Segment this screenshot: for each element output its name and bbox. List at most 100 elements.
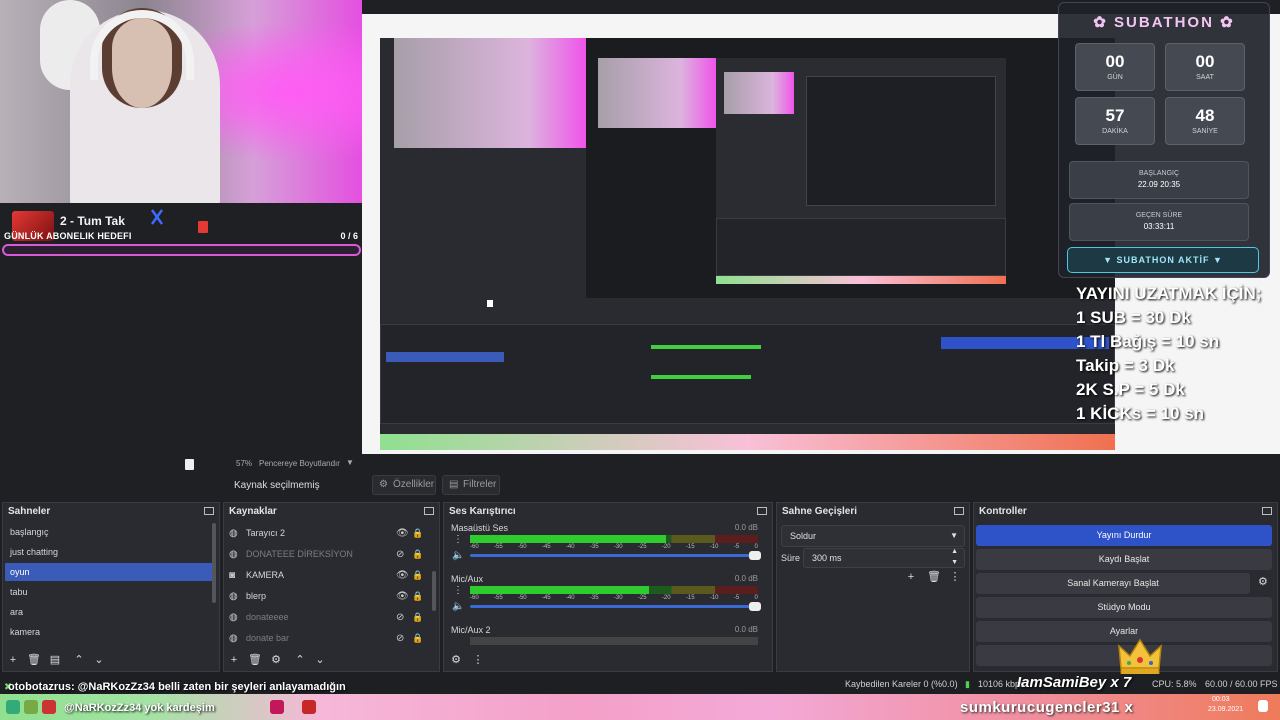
notification-icon[interactable] [1258, 700, 1268, 712]
volume-meter [470, 535, 758, 543]
goal-label: GÜNLÜK ABONELIK HEDEFI [4, 231, 132, 241]
scene-item[interactable]: ara [5, 603, 213, 621]
gifter-alert: IamSamiBey x 7 [1017, 674, 1132, 691]
eye-icon[interactable]: 👁 [396, 586, 409, 607]
mixer-channel: Mic/Aux 2 0.0 dB [448, 625, 766, 647]
globe-icon: ◍ [229, 528, 238, 539]
chevron-up-icon[interactable]: ⌃ [294, 654, 306, 666]
chevron-up-icon[interactable]: ⌃ [73, 654, 85, 666]
eye-slash-icon[interactable]: ⊘ [396, 628, 404, 649]
add-icon[interactable]: + [7, 654, 19, 666]
lock-icon[interactable]: 🔒 [412, 523, 423, 544]
nested-meter-1 [651, 345, 761, 349]
extend-line: Takip = 3 Dk [1076, 356, 1175, 375]
trash-icon[interactable]: 🗑 [248, 654, 262, 666]
channel-db: 0.0 dB [734, 523, 758, 532]
source-item[interactable]: ◍ DONATEEE DİREKSİYON ⊘ 🔒 [226, 544, 423, 565]
transition-select[interactable]: Soldur ▼ [781, 525, 965, 547]
chevron-down-icon[interactable]: ⌄ [314, 654, 326, 666]
studio-mode-button[interactable]: Stüdyo Modu [976, 597, 1272, 618]
popout-icon[interactable] [757, 507, 767, 515]
gear-icon[interactable]: ⚙ [270, 654, 282, 666]
scene-item[interactable]: kamera [5, 623, 213, 641]
audio-mixer-dock: Ses Karıştırıcı Masaüstü Ses 0.0 dB ⋮ -6… [443, 502, 773, 672]
eye-slash-icon[interactable]: ⊘ [396, 544, 404, 565]
eye-icon[interactable]: 👁 [396, 523, 409, 544]
app-icon[interactable] [302, 700, 316, 714]
scene-item[interactable]: just chatting [5, 543, 213, 561]
stop-stream-button[interactable]: Yayını Durdur [976, 525, 1272, 546]
source-item[interactable]: ◍ donateeee ⊘ 🔒 [226, 607, 423, 628]
sources-title: Kaynaklar [229, 506, 277, 517]
popout-icon[interactable] [1262, 507, 1272, 515]
lock-icon[interactable]: 🔒 [412, 544, 423, 565]
meter-scale: -60 -55 -50 -45 -40 -35 -30 -25 -20 -15 -10 -5 0 [470, 544, 758, 550]
gear-icon[interactable]: ⚙ [1258, 575, 1268, 588]
speaker-icon[interactable]: 🔈 [452, 601, 464, 612]
trash-icon [198, 221, 208, 233]
cpu-usage: CPU: 5.8% [1152, 679, 1197, 689]
eye-icon[interactable]: 👁 [396, 565, 409, 586]
fps: 60.00 / 60.00 FPS [1205, 679, 1278, 689]
more-icon[interactable]: ⋮ [472, 654, 484, 666]
add-icon[interactable]: + [905, 571, 917, 583]
slider-handle[interactable] [749, 602, 761, 611]
chat-message: otobotazrus: @NaRKozZz34 belli zaten bir… [8, 681, 346, 693]
more-icon[interactable]: ⋮ [949, 571, 961, 583]
duration-input[interactable]: 300 ms ▲ ▼ [803, 548, 965, 568]
channel-db: 0.0 dB [734, 625, 758, 634]
add-icon[interactable]: + [228, 654, 240, 666]
taskbar-overlay-text: sumkurucugencler31 x [960, 699, 1134, 716]
popout-icon[interactable] [204, 507, 214, 515]
properties-button[interactable]: ⚙ Özellikler [372, 475, 436, 495]
zoom-level: 57% [236, 459, 253, 468]
gear-icon[interactable]: ⚙ [450, 654, 462, 666]
more-icon[interactable]: ⋮ [453, 534, 463, 545]
goal-count: 0 / 6 [340, 231, 358, 241]
nested-chat-bar [380, 434, 1115, 450]
dropped-frames: Kaybedilen Kareler 0 (%0.0) [845, 679, 958, 689]
volume-slider[interactable] [470, 551, 761, 560]
scene-item-active[interactable]: oyun [5, 563, 213, 581]
fit-to-window[interactable]: Pencereye Boyutlandır [259, 459, 340, 468]
virtual-camera-button[interactable]: Sanal Kamerayı Başlat [976, 573, 1250, 594]
filter-icon[interactable]: ▤ [49, 654, 61, 666]
app-icon[interactable] [270, 700, 284, 714]
preview-area: 2 - Tum Tak GÜNLÜK ABONELIK HEDEFI 0 / 6 [0, 0, 1280, 500]
scrollbar[interactable] [432, 571, 436, 611]
preview-footer: 57% Pencereye Boyutlandır ▼ [228, 455, 768, 473]
lock-icon[interactable]: 🔒 [412, 607, 423, 628]
volume-slider[interactable] [470, 602, 761, 611]
nested-preview-3 [806, 76, 996, 206]
start-recording-button[interactable]: Kaydı Başlat [976, 549, 1272, 570]
spin-icon[interactable]: ▲ ▼ [951, 546, 958, 568]
extend-line: 1 Tl Bağış = 10 sn [1076, 332, 1220, 351]
more-icon[interactable]: ⋮ [453, 585, 463, 596]
source-item[interactable]: ◍ Tarayıcı 2 👁 🔒 [226, 523, 423, 544]
source-item[interactable]: ◍ blerp 👁 🔒 [226, 586, 423, 607]
scrollbar[interactable] [212, 523, 216, 603]
slider-handle[interactable] [749, 551, 761, 560]
source-item[interactable]: ◍ donate bar ⊘ 🔒 [226, 628, 423, 649]
lock-icon[interactable]: 🔒 [412, 628, 423, 649]
subathon-days: 00 GÜN [1075, 43, 1155, 91]
trash-icon[interactable]: 🗑 [27, 654, 41, 666]
globe-icon: ◍ [229, 612, 238, 623]
source-toolbar: Kaynak seçilmemiş ⚙ Özellikler ▤ Filtreler [222, 473, 782, 497]
meter-level [470, 535, 666, 543]
source-item[interactable]: ◙ KAMERA 👁 🔒 [226, 565, 423, 586]
popout-icon[interactable] [424, 507, 434, 515]
lock-icon[interactable]: 🔒 [412, 565, 423, 586]
filters-button[interactable]: ▤ Filtreler [442, 475, 500, 495]
chevron-down-icon[interactable]: ▼ [346, 458, 354, 467]
crown-icon [1118, 638, 1162, 676]
speaker-icon[interactable]: 🔈 [452, 550, 464, 561]
chevron-down-icon[interactable]: ⌄ [93, 654, 105, 666]
trash-icon[interactable]: 🗑 [927, 571, 941, 583]
gear-icon: ⚙ [379, 479, 388, 490]
popout-icon[interactable] [954, 507, 964, 515]
eye-slash-icon[interactable]: ⊘ [396, 607, 404, 628]
lock-icon[interactable]: 🔒 [412, 586, 423, 607]
scene-item[interactable]: tabu [5, 583, 213, 601]
scene-item[interactable]: başlangıç [5, 523, 213, 541]
